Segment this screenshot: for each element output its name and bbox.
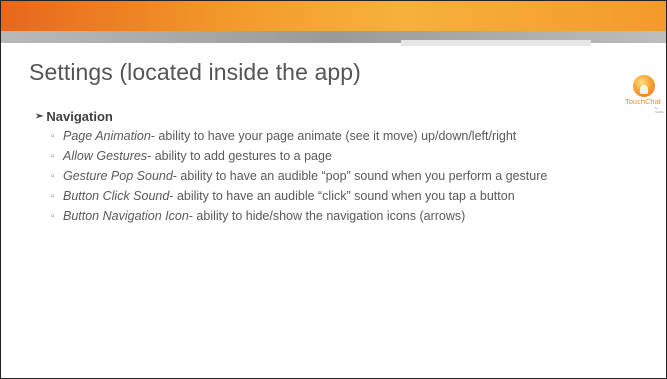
header-highlight xyxy=(401,40,591,46)
slide-title: Settings (located inside the app) xyxy=(29,59,361,85)
square-bullet-icon: ▫ xyxy=(51,171,55,182)
setting-term: Button Click Sound xyxy=(63,189,170,203)
list-item: ▫ Page Animation- ability to have your p… xyxy=(51,128,623,145)
header-band xyxy=(1,1,666,31)
square-bullet-icon: ▫ xyxy=(51,211,55,222)
list-item: ▫ Gesture Pop Sound- ability to have an … xyxy=(51,168,623,185)
touchchat-logo: TouchChat by Saltillo xyxy=(625,75,664,114)
square-bullet-icon: ▫ xyxy=(51,151,55,162)
setting-term: Gesture Pop Sound xyxy=(63,169,173,183)
list-item: ▫ Button Click Sound- ability to have an… xyxy=(51,188,623,205)
logo-orb-icon xyxy=(633,75,655,97)
setting-description: - ability to have your page animate (see… xyxy=(150,129,517,143)
logo-subtext: by Saltillo xyxy=(655,106,664,114)
logo-text: TouchChat xyxy=(625,97,661,106)
section-heading-label: Navigation xyxy=(46,109,113,124)
arrow-bullet-icon: ➢ xyxy=(35,111,44,122)
setting-description: - ability to add gestures to a page xyxy=(147,149,332,163)
slide-content: ➢ Navigation ▫ Page Animation- ability t… xyxy=(35,109,635,228)
setting-term: Allow Gestures xyxy=(63,149,148,163)
square-bullet-icon: ▫ xyxy=(51,131,55,142)
square-bullet-icon: ▫ xyxy=(51,191,55,202)
setting-term: Button Navigation Icon xyxy=(63,209,189,223)
setting-description: - ability to have an audible “click” sou… xyxy=(169,189,515,203)
slide: Settings (located inside the app) TouchC… xyxy=(0,0,667,379)
setting-description: - ability to have an audible “pop” sound… xyxy=(172,169,548,183)
list-item: ▫ Allow Gestures- ability to add gesture… xyxy=(51,148,623,165)
section-heading: ➢ Navigation xyxy=(35,109,635,124)
list-item: ▫ Button Navigation Icon- ability to hid… xyxy=(51,208,623,225)
settings-list: ▫ Page Animation- ability to have your p… xyxy=(35,128,635,225)
setting-description: - ability to hide/show the navigation ic… xyxy=(188,209,466,223)
setting-term: Page Animation xyxy=(63,129,151,143)
